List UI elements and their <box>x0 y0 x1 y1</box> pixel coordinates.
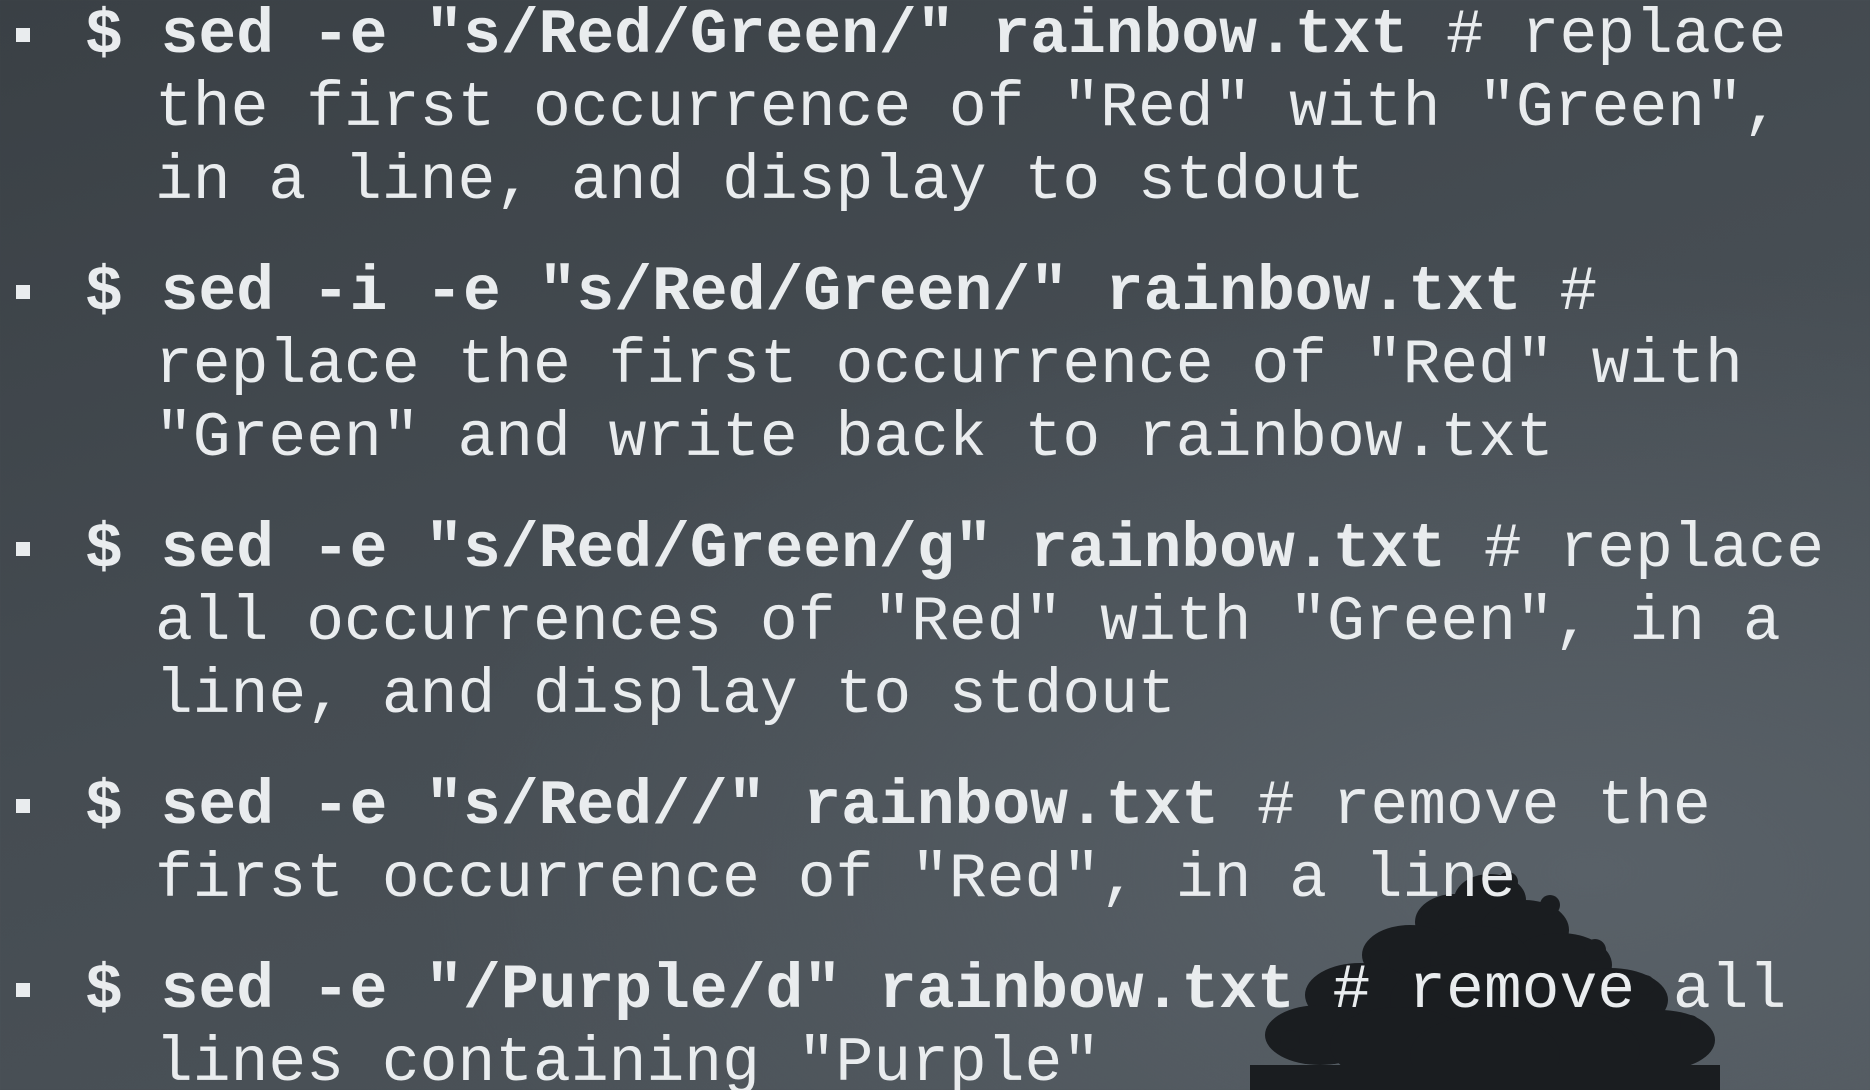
square-bullet-icon <box>16 799 30 813</box>
command-code: $ sed -e "s/Red/Green/" rainbow.txt <box>85 0 1409 71</box>
square-bullet-icon <box>16 542 30 556</box>
command-code: $ sed -i -e "s/Red/Green/" rainbow.txt <box>85 257 1522 328</box>
command-list: $ sed -e "s/Red/Green/" rainbow.txt # re… <box>0 0 1865 1090</box>
list-item: $ sed -e "s/Red//" rainbow.txt # remove … <box>0 770 1865 916</box>
list-item-text: $ sed -e "s/Red//" rainbow.txt # remove … <box>85 771 1711 915</box>
square-bullet-icon <box>16 983 30 997</box>
list-item-text: $ sed -i -e "s/Red/Green/" rainbow.txt #… <box>85 257 1743 474</box>
command-code: $ sed -e "s/Red//" rainbow.txt <box>85 771 1220 842</box>
square-bullet-icon <box>16 28 30 42</box>
list-item: $ sed -e "s/Red/Green/" rainbow.txt # re… <box>0 0 1865 218</box>
list-item: $ sed -e "s/Red/Green/g" rainbow.txt # r… <box>0 513 1865 732</box>
slide: $ sed -e "s/Red/Green/" rainbow.txt # re… <box>0 0 1870 1090</box>
list-item: $ sed -i -e "s/Red/Green/" rainbow.txt #… <box>0 256 1865 475</box>
list-item-text: $ sed -e "s/Red/Green/" rainbow.txt # re… <box>85 0 1786 217</box>
list-item: $ sed -e "/Purple/d" rainbow.txt # remov… <box>0 954 1865 1090</box>
command-code: $ sed -e "/Purple/d" rainbow.txt <box>85 955 1295 1026</box>
list-item-text: $ sed -e "s/Red/Green/g" rainbow.txt # r… <box>85 514 1824 731</box>
command-code: $ sed -e "s/Red/Green/g" rainbow.txt <box>85 514 1447 585</box>
square-bullet-icon <box>16 285 30 299</box>
list-item-text: $ sed -e "/Purple/d" rainbow.txt # remov… <box>85 955 1786 1090</box>
